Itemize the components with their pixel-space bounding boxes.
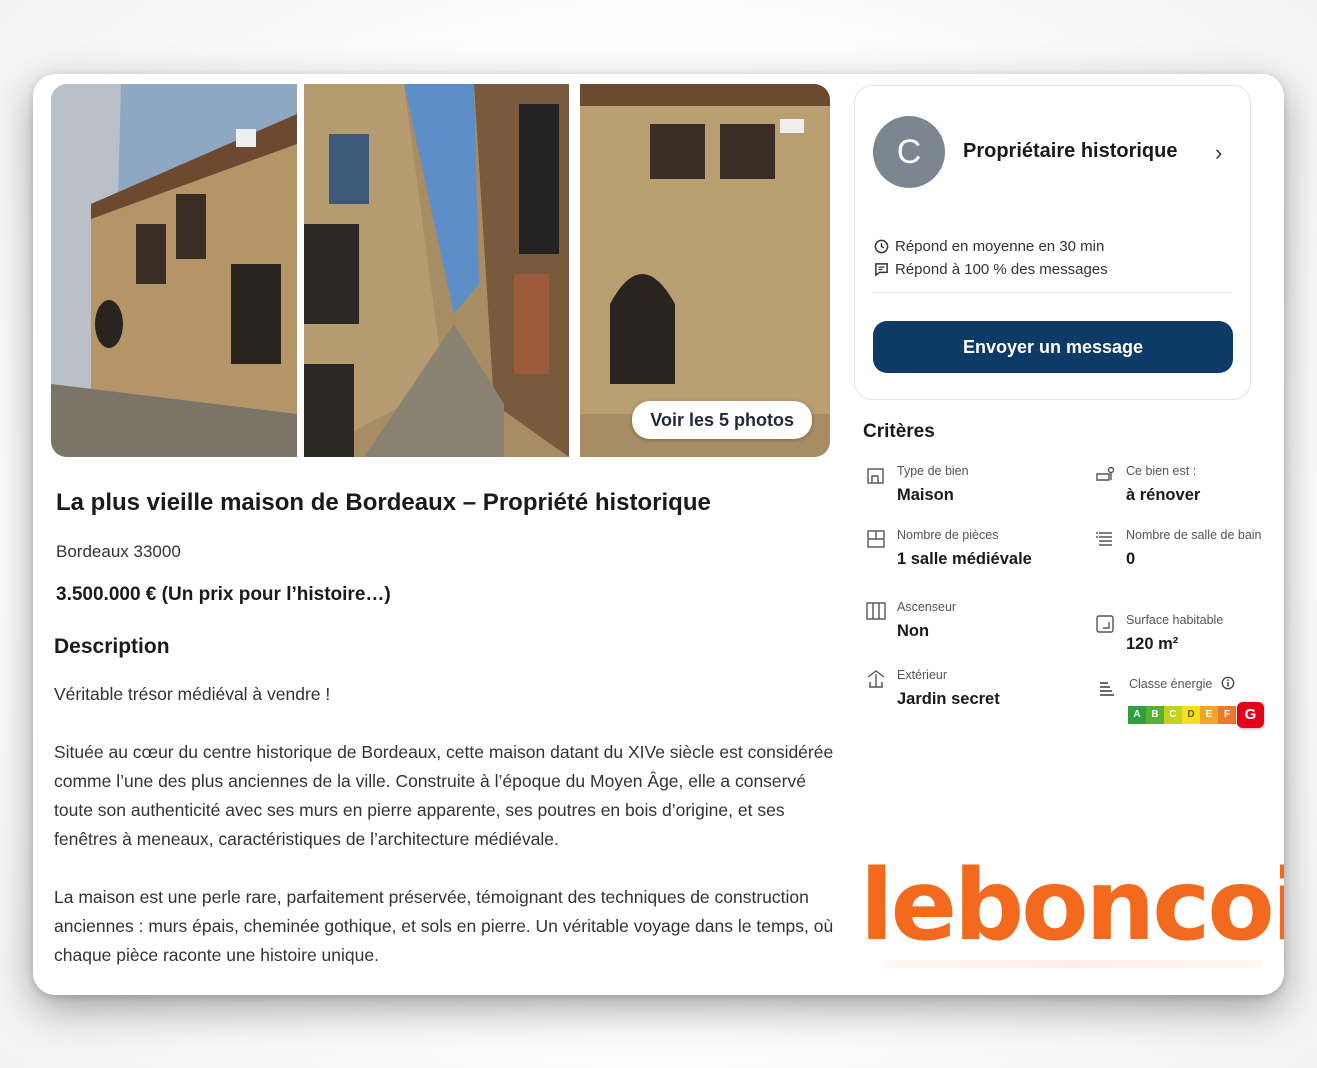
listing-price: 3.500.000 € (Un prix pour l’histoire…) bbox=[56, 584, 391, 605]
criteria-label: Ascenseur bbox=[897, 600, 957, 614]
avatar[interactable]: C bbox=[873, 116, 945, 188]
leboncoin-logo: leboncoin bbox=[860, 849, 1284, 963]
criteria-value: 0 bbox=[1126, 550, 1136, 568]
criteria-value: Maison bbox=[897, 486, 954, 504]
elevator-icon bbox=[866, 602, 886, 620]
message-icon bbox=[875, 263, 888, 277]
criteria-label: Extérieur bbox=[897, 668, 948, 682]
energy-grade: A bbox=[1128, 706, 1146, 724]
divider bbox=[873, 292, 1232, 293]
criteria-value: Non bbox=[897, 622, 930, 640]
response-rate-text: Répond à 100 % des messages bbox=[895, 261, 1108, 278]
clock-icon bbox=[874, 239, 889, 254]
criteria-label: Ce bien est : bbox=[1126, 464, 1197, 478]
criteria-label: Classe énergie bbox=[1129, 676, 1235, 691]
description-paragraph: Située au cœur du centre historique de B… bbox=[54, 742, 834, 849]
description-paragraph: Véritable trésor médiéval à vendre ! bbox=[54, 684, 331, 704]
response-time-text: Répond en moyenne en 30 min bbox=[895, 238, 1105, 255]
criteria-value: Jardin secret bbox=[897, 690, 1000, 708]
energy-icon bbox=[1100, 682, 1114, 696]
criteria-label: Type de bien bbox=[897, 464, 969, 478]
criteria-label: Nombre de pièces bbox=[897, 528, 999, 542]
send-message-button[interactable]: Envoyer un message bbox=[873, 321, 1233, 373]
seller-name[interactable]: Propriétaire historique bbox=[963, 140, 1178, 163]
show-all-photos-button[interactable]: Voir les 5 photos bbox=[632, 401, 812, 439]
criteria-value: à rénover bbox=[1126, 486, 1201, 504]
criteria-value: 1 salle médiévale bbox=[897, 550, 1032, 568]
description-paragraph: La maison est une perle rare, parfaiteme… bbox=[54, 887, 834, 965]
energy-grade: E bbox=[1200, 706, 1218, 724]
listing-location: Bordeaux 33000 bbox=[56, 542, 181, 561]
criteria-label: Surface habitable bbox=[1126, 613, 1224, 627]
energy-grade: D bbox=[1182, 706, 1200, 724]
criteria-heading: Critères bbox=[863, 421, 935, 442]
chevron-right-icon[interactable]: › bbox=[1215, 140, 1222, 166]
response-time: Répond en moyenne en 30 min bbox=[874, 238, 1104, 255]
photo-gallery[interactable]: Voir les 5 photos bbox=[51, 84, 830, 457]
photo-1[interactable] bbox=[51, 84, 297, 457]
seller-card: C Propriétaire historique › Répond en mo… bbox=[854, 85, 1251, 400]
rooms-icon bbox=[867, 530, 885, 548]
description-body: Véritable trésor médiéval à vendre ! Sit… bbox=[54, 680, 844, 995]
energy-scale: A B C D E F G bbox=[1128, 702, 1264, 728]
renovation-icon bbox=[1096, 466, 1115, 481]
surface-icon bbox=[1096, 615, 1114, 633]
description-heading: Description bbox=[54, 635, 170, 658]
energy-grade: F bbox=[1218, 706, 1236, 724]
listing-title: La plus vieille maison de Bordeaux – Pro… bbox=[56, 489, 711, 516]
logo-reflection bbox=[883, 960, 1263, 968]
outdoor-icon bbox=[867, 670, 885, 688]
bathroom-icon bbox=[1096, 532, 1112, 546]
photo-2[interactable] bbox=[304, 84, 569, 457]
response-rate: Répond à 100 % des messages bbox=[874, 261, 1108, 278]
energy-label-text: Classe énergie bbox=[1129, 677, 1213, 691]
criteria-value: 120 m² bbox=[1126, 635, 1179, 653]
listing-card: Voir les 5 photos La plus vieille maison… bbox=[33, 74, 1284, 995]
energy-grade-current: G bbox=[1237, 702, 1264, 728]
info-icon[interactable] bbox=[1221, 676, 1235, 690]
house-type-icon bbox=[867, 468, 884, 484]
criteria-label: Nombre de salle de bain bbox=[1126, 528, 1262, 542]
energy-grade: C bbox=[1164, 706, 1182, 724]
energy-grade: B bbox=[1146, 706, 1164, 724]
